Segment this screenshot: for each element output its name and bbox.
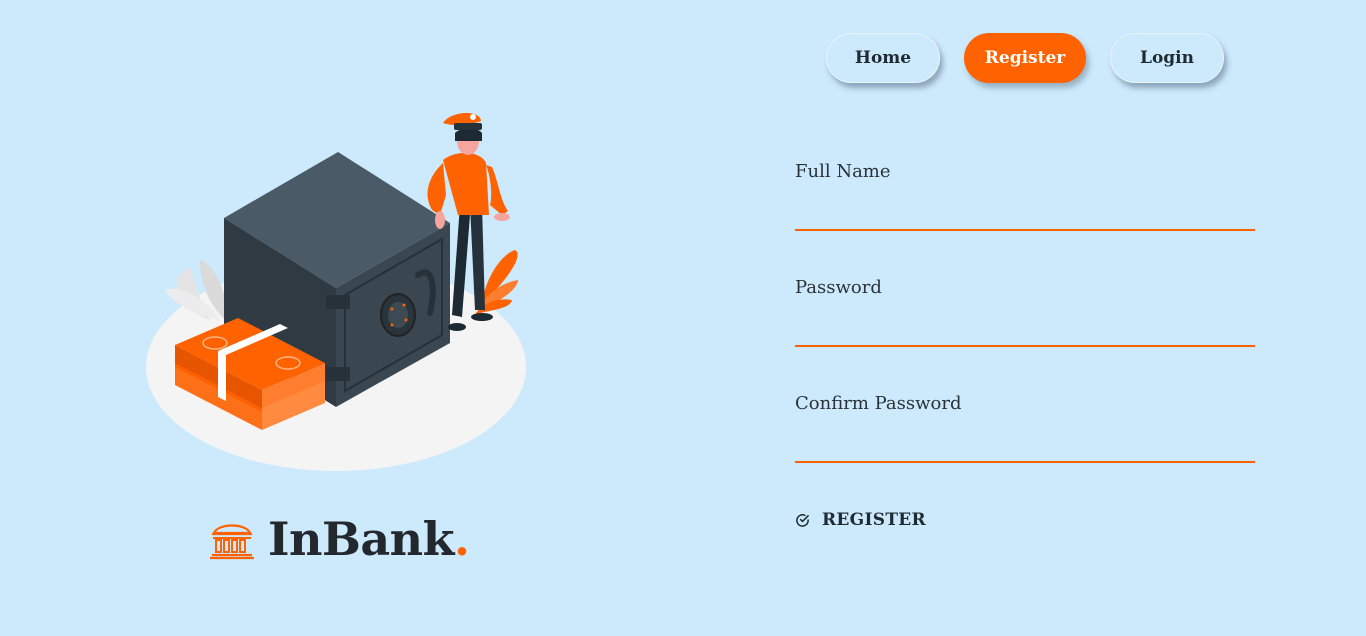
full-name-field-group: Full Name <box>795 161 1255 274</box>
brand-name: InBank <box>268 512 454 566</box>
confirm-password-input[interactable] <box>795 429 1255 463</box>
safe-with-guard-and-money-illustration <box>146 112 526 471</box>
bank-building-icon <box>210 524 254 560</box>
full-name-label: Full Name <box>795 161 891 182</box>
brand-logo: InBank . <box>210 512 470 566</box>
register-form: Full Name Password Confirm Password <box>795 158 1255 506</box>
confirm-password-label: Confirm Password <box>795 393 962 414</box>
nav-home-button[interactable]: Home <box>826 33 940 83</box>
password-field-group: Password <box>795 277 1255 390</box>
nav-login-button[interactable]: Login <box>1110 33 1224 83</box>
full-name-input[interactable] <box>795 197 1255 231</box>
confirm-password-field-group: Confirm Password <box>795 393 1255 506</box>
nav-register-button[interactable]: Register <box>964 33 1086 83</box>
brand-dot: . <box>453 512 470 566</box>
password-input[interactable] <box>795 313 1255 347</box>
password-label: Password <box>795 277 882 298</box>
top-nav: Home Register Login <box>826 33 1224 83</box>
register-submit-button[interactable]: REGISTER <box>795 510 926 530</box>
check-circle-icon <box>796 513 809 527</box>
register-submit-label: REGISTER <box>822 510 926 530</box>
